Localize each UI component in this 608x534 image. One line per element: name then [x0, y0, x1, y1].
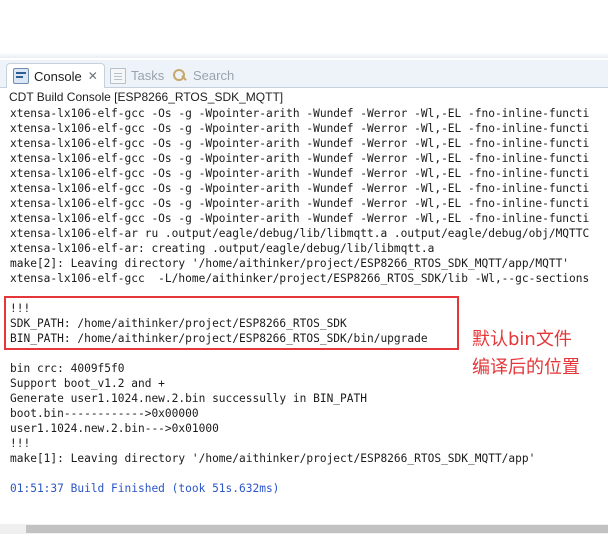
console-line: xtensa-lx106-elf-gcc -Os -g -Wpointer-ar… [10, 212, 590, 225]
console-line: xtensa-lx106-elf-gcc -Os -g -Wpointer-ar… [10, 122, 590, 135]
console-line: Generate user1.1024.new.2.bin successull… [10, 392, 367, 405]
editor-area-shade [0, 52, 608, 58]
tab-tasks[interactable]: Tasks [104, 63, 170, 88]
console-line: xtensa-lx106-elf-gcc -Os -g -Wpointer-ar… [10, 137, 590, 150]
console-line: Support boot_v1.2 and + [10, 377, 165, 390]
console-line: boot.bin------------>0x00000 [10, 407, 199, 420]
console-line: make[1]: Leaving directory '/home/aithin… [10, 452, 536, 465]
tab-tasks-label: Tasks [131, 68, 165, 83]
build-finished-line: 01:51:37 Build Finished (took 51s.632ms) [10, 482, 280, 495]
tab-search-label: Search [193, 68, 235, 83]
annotation-line-1: 默认bin文件 [472, 329, 572, 350]
console-line: make[2]: Leaving directory '/home/aithin… [10, 257, 570, 270]
console-line: xtensa-lx106-elf-gcc -Os -g -Wpointer-ar… [10, 167, 590, 180]
view-tab-bar: Console ✕ Tasks Search [0, 60, 608, 88]
highlight-box [4, 296, 459, 350]
tab-console[interactable]: Console ✕ [6, 63, 105, 88]
console-line: xtensa-lx106-elf-gcc -Os -g -Wpointer-ar… [10, 107, 590, 120]
console-line: xtensa-lx106-elf-gcc -L/home/aithinker/p… [10, 272, 590, 285]
console-line: user1.1024.new.2.bin--->0x01000 [10, 422, 219, 435]
console-line: xtensa-lx106-elf-ar: creating .output/ea… [10, 242, 435, 255]
annotation-line-2: 编译后的位置 [472, 357, 580, 378]
close-icon[interactable]: ✕ [88, 69, 98, 83]
console-line: xtensa-lx106-elf-ar ru .output/eagle/deb… [10, 227, 590, 240]
horizontal-scrollbar[interactable] [0, 524, 608, 534]
console-line: xtensa-lx106-elf-gcc -Os -g -Wpointer-ar… [10, 152, 590, 165]
console-icon [13, 68, 29, 84]
tab-search[interactable]: Search [166, 63, 240, 88]
editor-area-strip [0, 0, 608, 58]
tab-console-label: Console [34, 68, 82, 84]
console-line: xtensa-lx106-elf-gcc -Os -g -Wpointer-ar… [10, 197, 590, 210]
console-line: !!! [10, 437, 31, 450]
console-line: bin crc: 4009f5f0 [10, 362, 125, 375]
scrollbar-thumb[interactable] [26, 525, 608, 533]
console-title: CDT Build Console [ESP8266_RTOS_SDK_MQTT… [9, 90, 284, 104]
search-icon [172, 68, 188, 84]
tasks-icon [110, 67, 126, 84]
console-line: xtensa-lx106-elf-gcc -Os -g -Wpointer-ar… [10, 182, 590, 195]
